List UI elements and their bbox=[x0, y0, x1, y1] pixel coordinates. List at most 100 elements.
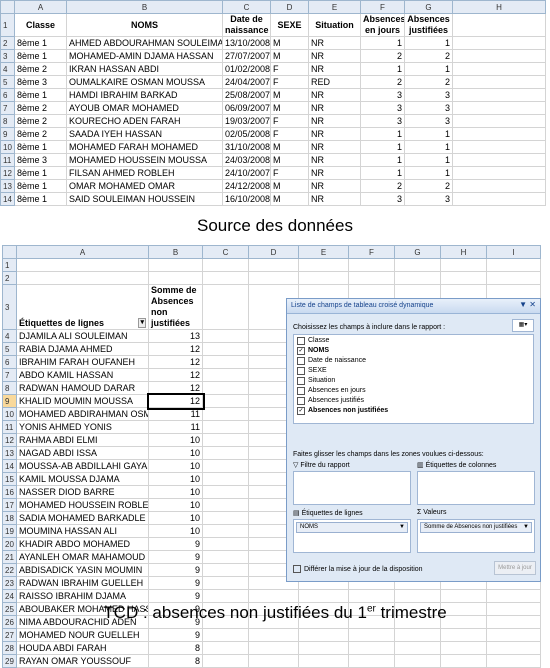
cell[interactable] bbox=[202, 563, 249, 577]
value-cell[interactable]: 10 bbox=[148, 485, 203, 499]
cell[interactable] bbox=[348, 258, 395, 272]
field-checkbox[interactable] bbox=[297, 356, 305, 365]
row-labels-header[interactable]: Étiquettes de lignes ▾ bbox=[16, 284, 149, 330]
cell[interactable]: 24/04/2007 bbox=[222, 75, 271, 89]
header-cell[interactable]: Absences en jours bbox=[360, 13, 405, 37]
select-all-corner[interactable] bbox=[2, 245, 17, 259]
value-cell[interactable]: 11 bbox=[148, 420, 203, 434]
cell[interactable] bbox=[452, 75, 546, 89]
row-number[interactable]: 13 bbox=[0, 179, 15, 193]
row-label-cell[interactable]: MOUSSA-AB ABDILLAHI GAYAD bbox=[16, 459, 149, 473]
row-number[interactable]: 21 bbox=[2, 550, 17, 564]
row-number[interactable]: 4 bbox=[2, 329, 17, 343]
cell[interactable] bbox=[486, 628, 541, 642]
field-checkbox[interactable] bbox=[297, 396, 305, 405]
field-checkbox[interactable]: ✓ bbox=[297, 406, 305, 415]
row-number[interactable]: 9 bbox=[2, 394, 17, 408]
cell[interactable]: F bbox=[270, 114, 309, 128]
cell[interactable]: 19/03/2007 bbox=[222, 114, 271, 128]
row-number[interactable]: 3 bbox=[0, 49, 15, 63]
row-label-cell[interactable]: ABDO KAMIL HASSAN bbox=[16, 368, 149, 382]
cell[interactable]: 1 bbox=[360, 140, 405, 154]
cell[interactable] bbox=[148, 258, 203, 272]
value-cell[interactable]: 9 bbox=[148, 589, 203, 603]
cell[interactable]: NR bbox=[308, 88, 361, 102]
column-labels-zone[interactable] bbox=[417, 471, 535, 505]
cell[interactable] bbox=[440, 628, 487, 642]
row-number[interactable]: 20 bbox=[2, 537, 17, 551]
row-number[interactable]: 18 bbox=[2, 511, 17, 525]
cell[interactable]: F bbox=[270, 75, 309, 89]
cell[interactable]: IKRAN HASSAN ABDI bbox=[66, 62, 223, 76]
row-number[interactable]: 1 bbox=[0, 13, 15, 37]
cell[interactable]: NR bbox=[308, 114, 361, 128]
row-number[interactable]: 16 bbox=[2, 485, 17, 499]
row-number[interactable]: 23 bbox=[2, 576, 17, 590]
cell[interactable]: F bbox=[270, 62, 309, 76]
cell[interactable] bbox=[486, 258, 541, 272]
row-label-cell[interactable]: AYANLEH OMAR MAHAMOUD bbox=[16, 550, 149, 564]
row-label-cell[interactable]: YONIS AHMED YONIS bbox=[16, 420, 149, 434]
field-checkbox[interactable] bbox=[297, 376, 305, 385]
value-cell[interactable]: 9 bbox=[148, 576, 203, 590]
value-cell[interactable]: 10 bbox=[148, 433, 203, 447]
cell[interactable] bbox=[202, 654, 249, 668]
cell[interactable]: NR bbox=[308, 36, 361, 50]
cell[interactable]: SAID SOULEIMAN HOUSSEIN bbox=[66, 192, 223, 206]
row-number[interactable]: 15 bbox=[2, 472, 17, 486]
value-cell[interactable]: 9 bbox=[148, 563, 203, 577]
cell[interactable]: 8ème 1 bbox=[14, 166, 67, 180]
column-header[interactable]: G bbox=[404, 0, 453, 14]
cell[interactable]: 2 bbox=[404, 49, 453, 63]
cell[interactable]: MOHAMED FARAH MOHAMED bbox=[66, 140, 223, 154]
cell[interactable] bbox=[440, 589, 487, 603]
cell[interactable]: 24/03/2008 bbox=[222, 153, 271, 167]
value-cell[interactable]: 10 bbox=[148, 446, 203, 460]
cell[interactable] bbox=[298, 589, 349, 603]
cell[interactable]: 1 bbox=[360, 62, 405, 76]
cell[interactable]: 2 bbox=[404, 75, 453, 89]
cell[interactable] bbox=[202, 368, 249, 382]
layout-options-button[interactable]: ▦▾ bbox=[512, 319, 534, 332]
cell[interactable]: F bbox=[270, 127, 309, 141]
column-header[interactable]: A bbox=[16, 245, 149, 259]
value-cell[interactable]: 12 bbox=[148, 381, 203, 395]
row-label-cell[interactable]: MOHAMED HOUSSEIN ROBLEH bbox=[16, 498, 149, 512]
column-header[interactable]: B bbox=[148, 245, 203, 259]
column-header[interactable]: C bbox=[202, 245, 249, 259]
cell[interactable]: M bbox=[270, 179, 309, 193]
cell[interactable] bbox=[348, 589, 395, 603]
cell[interactable]: 24/10/2007 bbox=[222, 166, 271, 180]
cell[interactable]: 1 bbox=[404, 36, 453, 50]
cell[interactable] bbox=[394, 641, 441, 655]
cell[interactable]: 3 bbox=[404, 88, 453, 102]
defer-checkbox[interactable] bbox=[293, 565, 301, 573]
cell[interactable] bbox=[298, 654, 349, 668]
field-checkbox[interactable] bbox=[297, 386, 305, 395]
value-cell[interactable]: 10 bbox=[148, 472, 203, 486]
cell[interactable] bbox=[248, 271, 299, 285]
cell[interactable] bbox=[452, 101, 546, 115]
field-item[interactable]: Situation bbox=[297, 376, 530, 385]
cell[interactable] bbox=[202, 433, 249, 447]
cell[interactable]: 3 bbox=[360, 114, 405, 128]
cell[interactable] bbox=[16, 271, 149, 285]
cell[interactable]: 8ème 1 bbox=[14, 49, 67, 63]
value-cell[interactable]: 8 bbox=[148, 654, 203, 668]
cell[interactable] bbox=[452, 140, 546, 154]
cell[interactable] bbox=[202, 537, 249, 551]
cell[interactable]: FILSAN AHMED ROBLEH bbox=[66, 166, 223, 180]
column-header[interactable]: A bbox=[14, 0, 67, 14]
cell[interactable]: 01/02/2008 bbox=[222, 62, 271, 76]
row-number[interactable]: 8 bbox=[0, 114, 15, 128]
column-header[interactable]: G bbox=[394, 245, 441, 259]
cell[interactable] bbox=[16, 258, 149, 272]
values-zone[interactable]: Somme de Absences non justifiées ▼ bbox=[417, 519, 535, 553]
cell[interactable] bbox=[452, 49, 546, 63]
field-item[interactable]: ✓ Absences non justifiées bbox=[297, 406, 530, 415]
row-label-cell[interactable]: RADWAN HAMOUD DARAR bbox=[16, 381, 149, 395]
cell[interactable]: 1 bbox=[360, 153, 405, 167]
cell[interactable]: HAMDI IBRAHIM BARKAD bbox=[66, 88, 223, 102]
cell[interactable] bbox=[202, 381, 249, 395]
values-header[interactable]: Somme de Absences non justifiées bbox=[148, 284, 203, 330]
